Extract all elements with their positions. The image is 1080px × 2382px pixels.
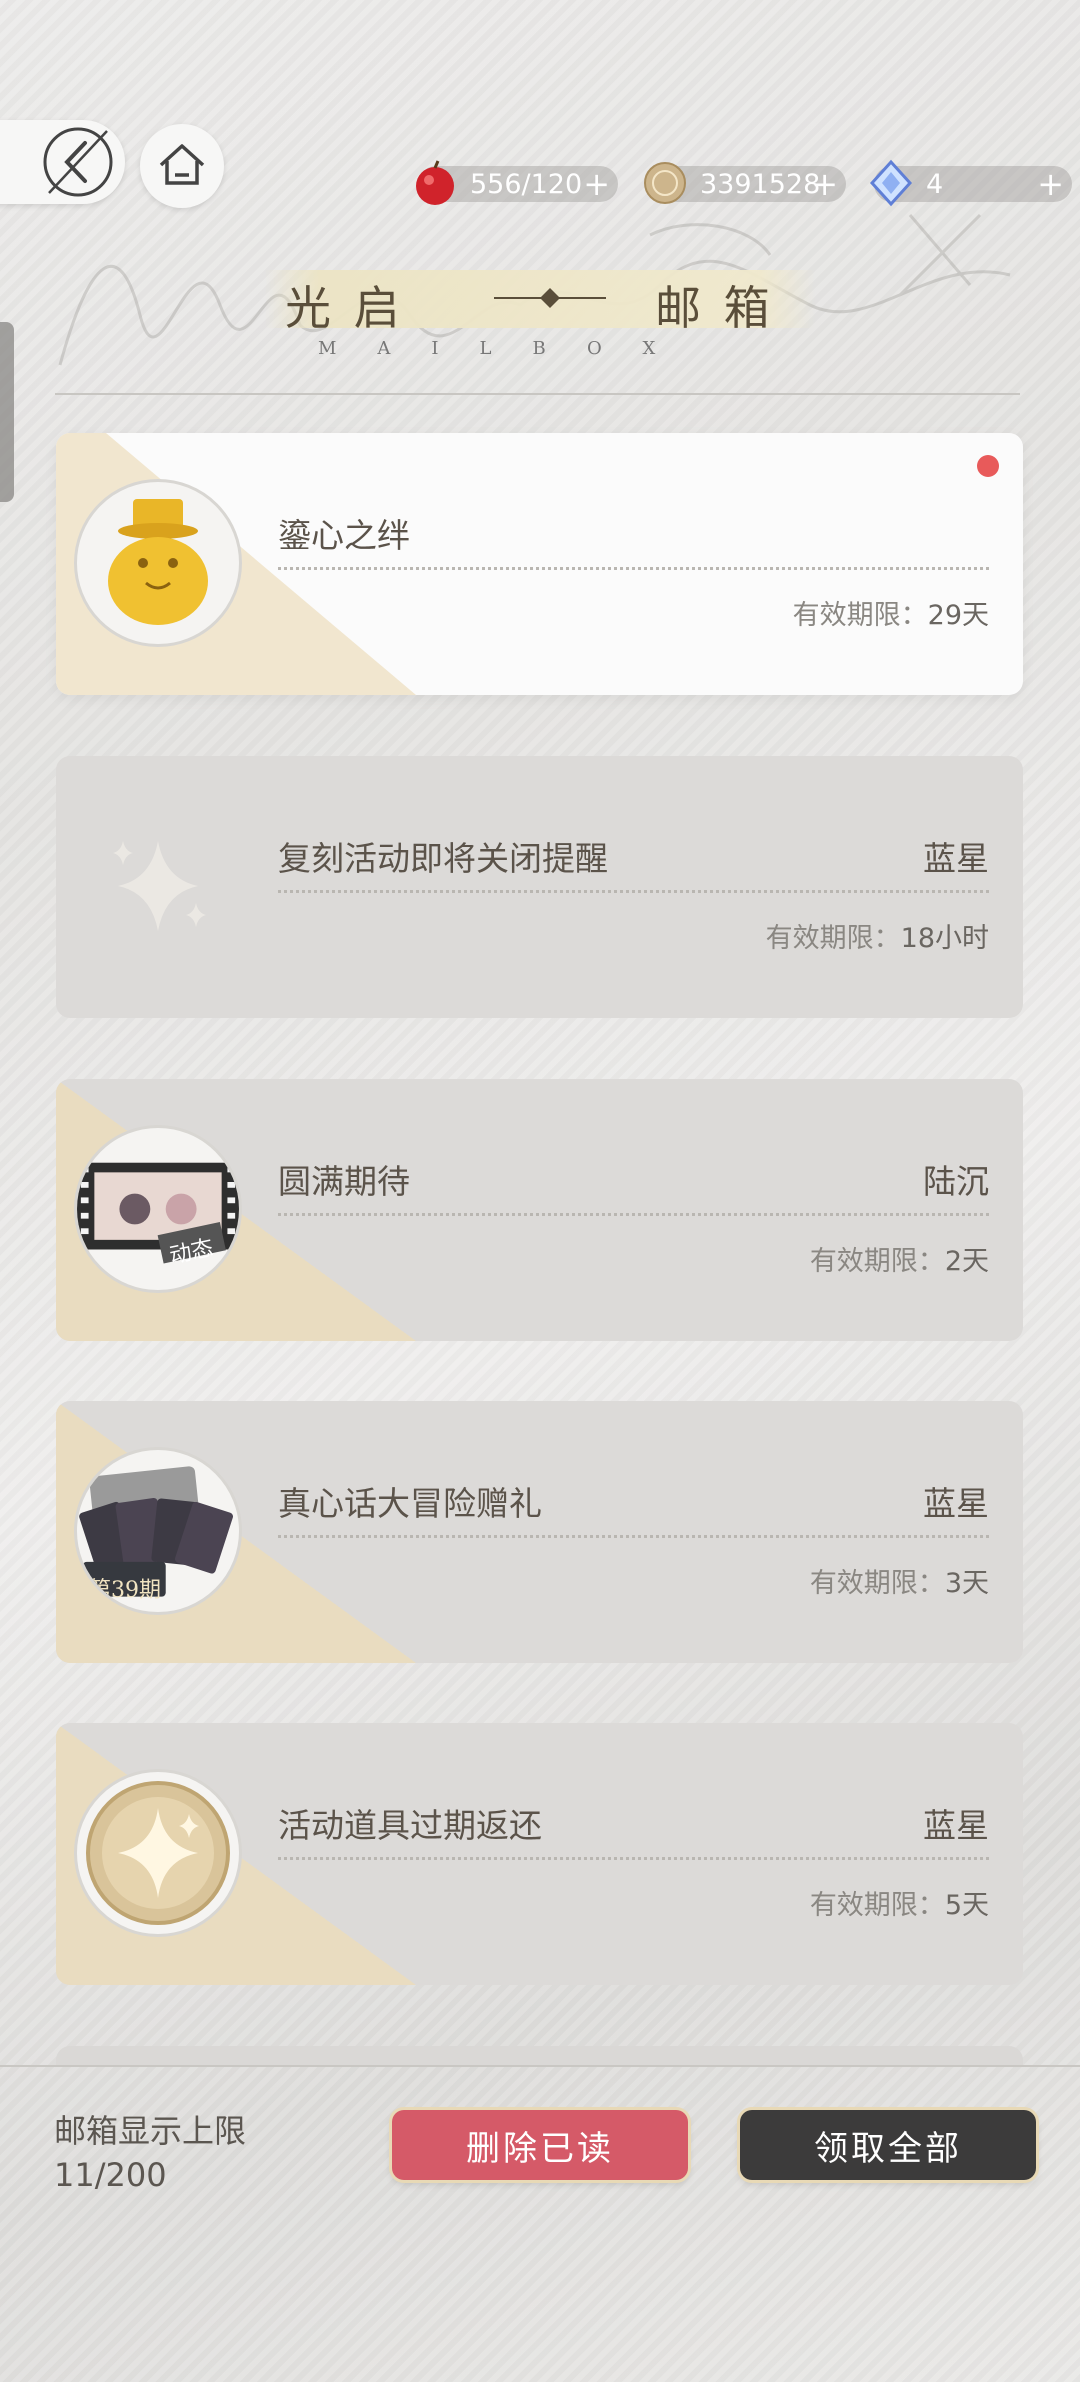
mailbox-limit-label: 邮箱显示上限 xyxy=(54,2112,247,2150)
mail-avatar xyxy=(74,802,242,970)
mail-item[interactable]: 复刻活动即将关闭提醒 蓝星 有效期限：18小时 xyxy=(56,756,1023,1018)
mailbox-header: 光 启 邮 箱 MAILBOX xyxy=(0,262,1080,395)
claim-all-button[interactable]: 领取全部 xyxy=(740,2110,1036,2180)
mail-item-partial[interactable] xyxy=(56,2046,1023,2066)
mail-expiry: 有效期限：3天 xyxy=(810,1561,989,1600)
dotted-divider xyxy=(278,1857,989,1860)
sparkle-divider-icon xyxy=(494,288,606,308)
back-arrow-icon xyxy=(43,127,113,197)
mail-expiry: 有效期限：29天 xyxy=(793,593,989,632)
expiry-label: 有效期限： xyxy=(792,600,928,631)
header-divider xyxy=(55,393,1020,395)
mail-item[interactable]: 动态 圆满期待 陆沉 有效期限：2天 xyxy=(56,1079,1023,1341)
expiry-value: 2天 xyxy=(944,1246,989,1277)
dotted-divider xyxy=(278,1213,989,1216)
mail-item[interactable]: 活动道具过期返还 蓝星 有效期限：5天 xyxy=(56,1723,1023,1985)
add-stamina-button[interactable]: + xyxy=(583,168,610,200)
currency-stamina: 556/120 + xyxy=(416,160,618,205)
unread-dot xyxy=(977,455,999,477)
gold-figurine-icon xyxy=(108,499,208,625)
mail-sender: 蓝星 xyxy=(923,1806,989,1845)
dotted-divider xyxy=(278,567,989,570)
dotted-divider xyxy=(278,890,989,893)
mail-expiry: 有效期限：18小时 xyxy=(766,916,989,955)
mail-sender: 蓝星 xyxy=(923,839,989,878)
home-icon xyxy=(159,144,205,185)
title-left: 光 启 xyxy=(285,281,404,335)
mail-subject: 鎏心之绊 xyxy=(278,516,410,555)
expiry-label: 有效期限： xyxy=(809,1890,945,1921)
diamond-value: 4 xyxy=(926,168,944,200)
currency-diamond: 4 + xyxy=(869,159,1072,207)
sparkle-icon xyxy=(113,841,206,931)
mail-subject: 复刻活动即将关闭提醒 xyxy=(278,839,608,878)
coin-value: 3391528 xyxy=(700,168,821,200)
expiry-label: 有效期限： xyxy=(809,1568,945,1599)
delete-read-button[interactable]: 删除已读 xyxy=(392,2110,688,2180)
mail-avatar xyxy=(74,1769,242,1937)
diamond-icon xyxy=(869,159,913,207)
mail-sender: 蓝星 xyxy=(923,1484,989,1523)
title-subtitle: MAILBOX xyxy=(318,338,697,359)
expiry-value: 5天 xyxy=(944,1890,989,1921)
back-button[interactable] xyxy=(0,120,125,204)
mail-expiry: 有效期限：2天 xyxy=(810,1239,989,1278)
home-button[interactable] xyxy=(140,124,224,208)
expiry-value: 3天 xyxy=(944,1568,989,1599)
issue-badge: 第39期 xyxy=(89,1578,161,1603)
add-coin-button[interactable]: + xyxy=(811,168,838,200)
apple-icon xyxy=(416,160,454,205)
mail-subject: 活动道具过期返还 xyxy=(278,1806,542,1845)
currency-coin: 3391528 + xyxy=(644,162,846,204)
dynamic-photo-icon xyxy=(77,1162,239,1264)
mailbox-limit-value: 11/200 xyxy=(54,2156,167,2194)
dotted-divider xyxy=(278,1535,989,1538)
stamina-value: 556/120 xyxy=(470,168,583,200)
expiry-label: 有效期限： xyxy=(809,1246,945,1277)
footer-divider xyxy=(0,2065,1080,2067)
mail-subject: 圆满期待 xyxy=(278,1162,410,1201)
expiry-value: 29天 xyxy=(927,600,989,631)
mail-expiry: 有效期限：5天 xyxy=(810,1883,989,1922)
mail-subject: 真心话大冒险赠礼 xyxy=(278,1484,542,1523)
mail-avatar xyxy=(74,479,242,647)
expiry-label: 有效期限： xyxy=(765,923,901,954)
mail-item[interactable]: 第39期 真心话大冒险赠礼 蓝星 有效期限：3天 xyxy=(56,1401,1023,1663)
mail-sender: 陆沉 xyxy=(923,1162,989,1201)
title-right: 邮 箱 xyxy=(655,281,774,335)
mail-avatar: 动态 xyxy=(74,1125,242,1293)
mail-avatar: 第39期 xyxy=(74,1447,242,1615)
gold-sparkle-coin-icon xyxy=(86,1781,230,1925)
add-diamond-button[interactable]: + xyxy=(1037,168,1064,200)
coin-icon xyxy=(644,162,686,204)
expiry-value: 18小时 xyxy=(900,923,989,954)
mail-item[interactable]: 鎏心之绊 有效期限：29天 xyxy=(56,433,1023,695)
